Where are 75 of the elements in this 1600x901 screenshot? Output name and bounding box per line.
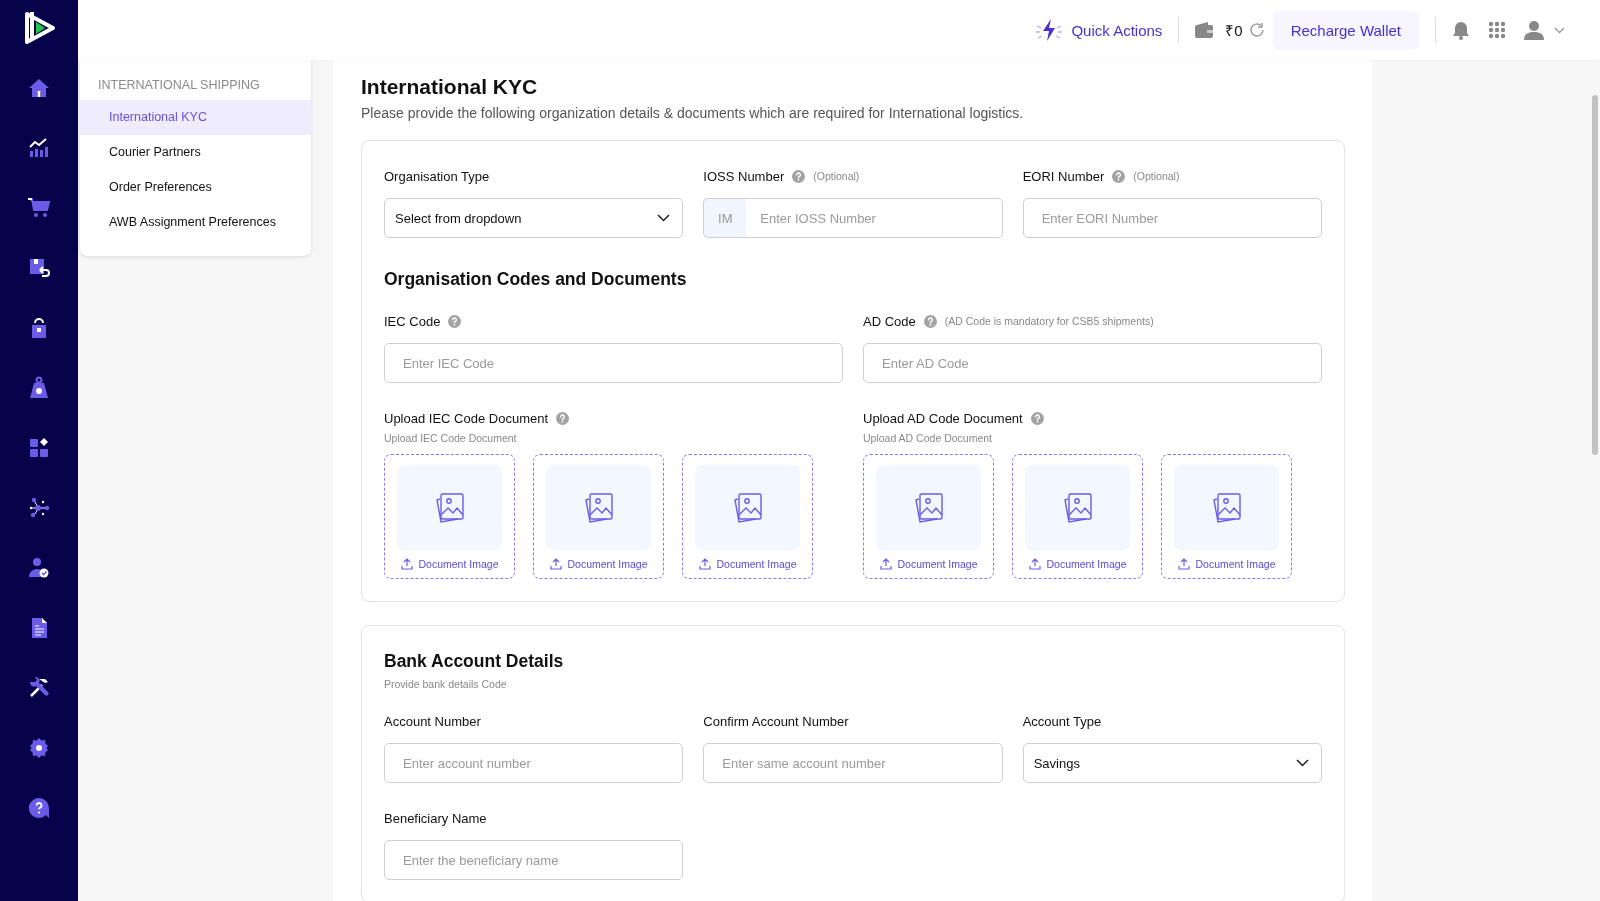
upload-slot[interactable]: Document Image — [863, 454, 994, 579]
upload-label: Document Image — [1046, 558, 1127, 570]
field-hint: Upload IEC Code Document — [384, 432, 518, 444]
field-label: Upload AD Code Document — [863, 410, 1023, 426]
chevron-down-icon[interactable] — [1554, 26, 1565, 34]
nav-heading: INTERNATIONAL SHIPPING — [97, 78, 261, 94]
section-heading: Bank Account Details — [384, 650, 565, 672]
field-note: (AD Code is mandatory for CSB5 shipments) — [944, 315, 1154, 327]
field-note: (Optional) — [1133, 170, 1180, 182]
user-check-icon[interactable] — [27, 556, 51, 580]
scrollbar-thumb[interactable] — [1592, 95, 1598, 455]
page-subtitle: Please provide the following organization details & documents which are required for International logistics. — [361, 105, 1025, 121]
section-heading: Organisation Codes and Documents — [384, 268, 688, 290]
nav-item[interactable]: AWB Assignment Preferences — [80, 205, 311, 240]
input-field[interactable]: Enter EORI Number — [1022, 198, 1322, 238]
wallet-icon — [1195, 22, 1214, 38]
recharge-wallet-button[interactable]: Recharge Wallet — [1272, 10, 1419, 50]
field-label: Account Type — [1022, 713, 1102, 729]
field-label: IEC Code — [384, 313, 441, 329]
upload-label: Document Image — [1195, 558, 1276, 570]
section-subtitle: Provide bank details Code — [384, 678, 508, 690]
input-field[interactable]: Enter same account number — [703, 743, 1003, 783]
lightning-icon[interactable] — [1035, 18, 1064, 42]
field-hint: Upload AD Code Document — [863, 432, 993, 444]
input-field[interactable]: Enter AD Code — [863, 343, 1322, 383]
quick-actions-link[interactable]: Quick Actions — [1071, 21, 1163, 39]
upload-slot[interactable]: Document Image — [1012, 454, 1143, 579]
dropdown[interactable]: Select from dropdown — [384, 198, 684, 238]
chart-icon[interactable] — [27, 136, 51, 160]
home-icon[interactable] — [27, 76, 51, 100]
dropdown[interactable]: Savings — [1022, 743, 1322, 783]
nav-item[interactable]: Order Preferences — [80, 170, 311, 205]
upload-label: Document Image — [716, 558, 797, 570]
input-field[interactable]: Enter IEC Code — [384, 343, 843, 383]
return-box-icon[interactable] — [27, 256, 51, 280]
cart-icon[interactable] — [27, 196, 51, 220]
network-icon[interactable] — [27, 496, 51, 520]
upload-icon — [400, 558, 413, 570]
upload-label: Document Image — [897, 558, 978, 570]
field-label: Confirm Account Number — [703, 713, 849, 729]
field-label: Upload IEC Code Document — [384, 410, 549, 426]
upload-icon — [1028, 558, 1041, 570]
help-icon[interactable] — [27, 796, 51, 820]
user-icon[interactable] — [1524, 20, 1544, 40]
field-label: IOSS Number — [703, 168, 785, 184]
field-note: (Optional) — [813, 170, 860, 182]
weight-icon[interactable] — [27, 376, 51, 400]
apps-grid-icon[interactable] — [1488, 21, 1506, 39]
wallet-balance: ₹0 — [1225, 21, 1243, 40]
chevron-down-icon — [657, 214, 671, 222]
input-field[interactable]: Enter the beneficiary name — [384, 840, 684, 880]
field-label: Organisation Type — [384, 168, 490, 184]
upload-slot[interactable]: Document Image — [384, 454, 515, 579]
nav-item[interactable]: International KYC — [80, 100, 311, 135]
field-label: Account Number — [384, 713, 481, 729]
upload-icon — [549, 558, 562, 570]
bell-icon[interactable] — [1452, 20, 1470, 40]
upload-icon — [698, 558, 711, 570]
chevron-down-icon — [1296, 759, 1309, 767]
upload-label: Document Image — [418, 558, 499, 570]
field-label: EORI Number — [1022, 168, 1105, 184]
upload-icon — [1177, 558, 1190, 570]
page-title: International KYC — [361, 74, 539, 100]
apps-icon[interactable] — [27, 436, 51, 460]
settings-icon[interactable] — [27, 736, 51, 760]
upload-slot[interactable]: Document Image — [1161, 454, 1292, 579]
upload-slot[interactable]: Document Image — [533, 454, 664, 579]
upload-label: Document Image — [567, 558, 648, 570]
input-field[interactable]: Enter account number — [384, 743, 684, 783]
nav-item[interactable]: Courier Partners — [80, 135, 311, 170]
field-label: AD Code — [863, 313, 916, 329]
refresh-icon[interactable] — [1248, 22, 1265, 38]
upload-icon — [879, 558, 892, 570]
upload-slot[interactable]: Document Image — [682, 454, 813, 579]
field-label: Beneficiary Name — [384, 810, 487, 826]
